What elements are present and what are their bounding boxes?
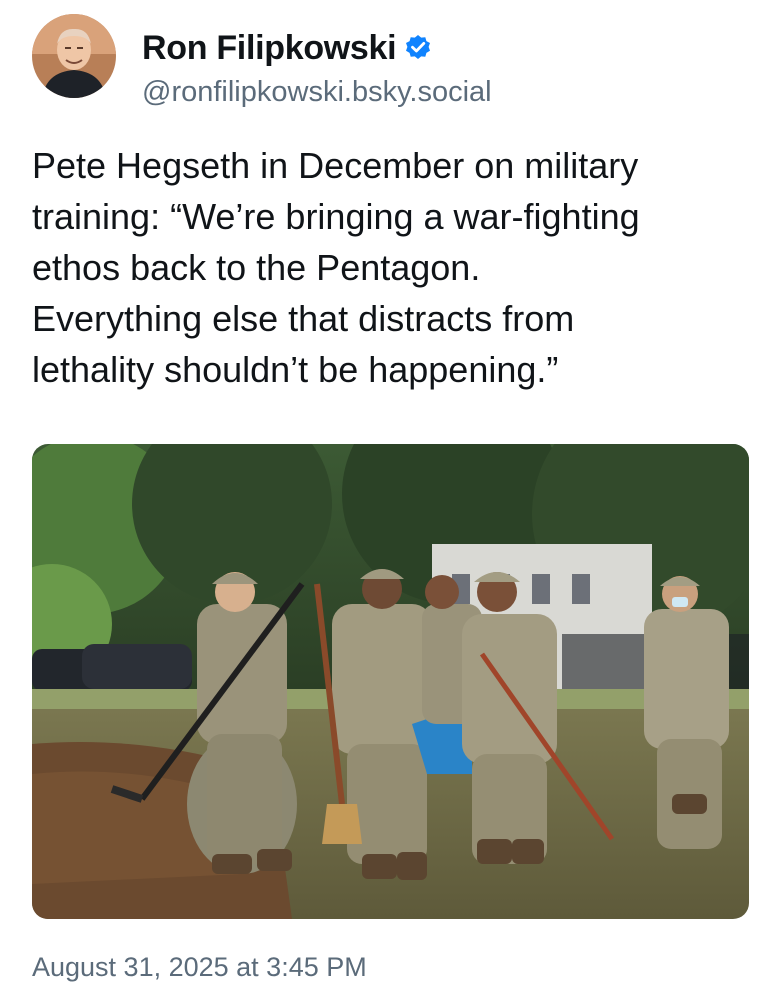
- post-text: Pete Hegseth in December on military tra…: [32, 145, 640, 390]
- post-image[interactable]: [32, 444, 749, 919]
- name-row: Ron Filipkowski: [142, 28, 432, 68]
- post-timestamp[interactable]: August 31, 2025 at 3:45 PM: [32, 952, 367, 983]
- author-display-name[interactable]: Ron Filipkowski: [142, 29, 397, 68]
- verified-badge-icon: [404, 34, 432, 62]
- post-header: Ron Filipkowski @ronfilipkowski.bsky.soc…: [32, 14, 752, 108]
- author-handle[interactable]: @ronfilipkowski.bsky.social: [142, 76, 492, 109]
- author-avatar[interactable]: [32, 14, 116, 98]
